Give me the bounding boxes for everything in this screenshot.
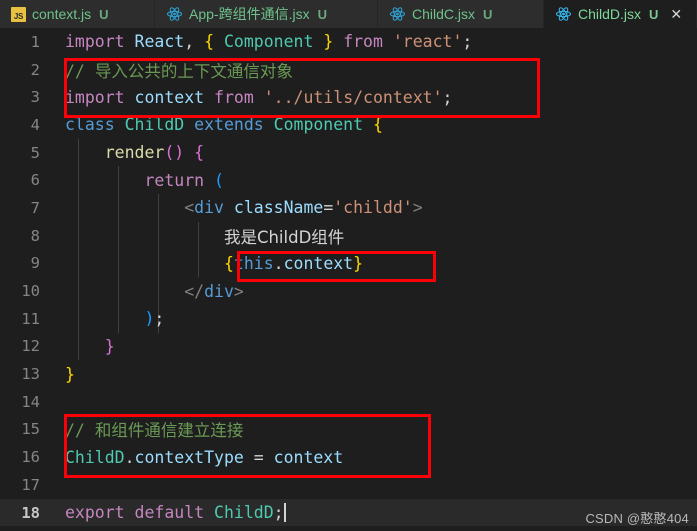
code-line: 4 class ChildD extends Component {: [0, 111, 697, 139]
code-line: 9 {this.context}: [0, 249, 697, 278]
line-content: </div>: [184, 281, 244, 301]
tab-app-cross-component[interactable]: App-跨组件通信.jsx U: [155, 0, 378, 28]
line-content: 我是ChildD组件: [223, 227, 345, 247]
csdn-watermark: CSDN @憨憨404: [585, 511, 689, 526]
line-content: render() {: [104, 143, 205, 163]
code-line: 10 </div>: [0, 277, 697, 305]
code-line: 15 // 和组件通信建立连接: [0, 416, 697, 444]
code-line: 12 }: [0, 332, 697, 361]
line-content: {this.context}: [223, 253, 364, 273]
code-line: 7 <div className='childd'>: [0, 194, 697, 222]
line-content: );: [144, 309, 165, 329]
tab-label: App-跨组件通信.jsx: [189, 6, 310, 22]
code-line: 5 render() {: [0, 138, 697, 167]
vscode-window: JS context.js U App-跨组件通信.jsx U ChildC.j…: [0, 0, 697, 531]
code-line: 3 import context from '../utils/context'…: [0, 83, 697, 111]
tab-unsaved-indicator: U: [99, 6, 109, 22]
close-icon[interactable]: ✕: [670, 7, 682, 21]
tab-label: ChildC.jsx: [412, 6, 476, 22]
code-editor[interactable]: 1 import React, { Component } from 'reac…: [0, 28, 697, 531]
line-number: 10: [21, 282, 40, 301]
react-file-icon: [166, 6, 183, 22]
line-content: class ChildD extends Component {: [65, 115, 383, 135]
line-content: }: [104, 336, 115, 356]
tab-childd-jsx[interactable]: ChildD.jsx U ✕: [544, 0, 697, 28]
code-line: 17: [0, 471, 697, 499]
line-content: import context from '../utils/context';: [65, 87, 453, 107]
line-number: 14: [21, 392, 40, 411]
react-file-icon: [389, 6, 406, 22]
js-file-icon: JS: [11, 6, 26, 22]
code-line: 2 // 导入公共的上下文通信对象: [0, 56, 697, 84]
line-content: export default ChildD;: [65, 503, 286, 523]
line-number: 1: [30, 32, 40, 51]
line-number: 6: [30, 171, 40, 190]
line-content: }: [65, 364, 75, 384]
code-line: 6 return (: [0, 166, 697, 195]
line-number: 3: [30, 88, 40, 107]
react-file-icon: [555, 6, 572, 22]
line-number: 8: [30, 226, 40, 245]
line-number: 9: [30, 254, 40, 273]
editor-tab-bar: JS context.js U App-跨组件通信.jsx U ChildC.j…: [0, 0, 697, 28]
code-line: 8 我是ChildD组件: [0, 221, 697, 250]
line-content: <div className='childd'>: [184, 198, 423, 218]
line-number: 16: [21, 448, 40, 467]
tab-label: ChildD.jsx: [578, 6, 642, 22]
line-number: 4: [30, 115, 40, 134]
line-content: // 导入公共的上下文通信对象: [65, 61, 293, 81]
line-number: 13: [21, 365, 40, 384]
line-content: // 和组件通信建立连接: [65, 421, 244, 441]
code-line: 1 import React, { Component } from 'reac…: [0, 28, 697, 56]
code-line: 14: [0, 388, 697, 416]
tab-label: context.js: [32, 6, 92, 22]
line-content: return (: [144, 170, 224, 190]
line-number: 15: [21, 420, 40, 439]
line-content: ChildD.contextType = context: [65, 447, 344, 467]
tab-unsaved-indicator: U: [317, 6, 327, 22]
code-line: 16 ChildD.contextType = context: [0, 443, 697, 471]
text-cursor: [283, 503, 286, 523]
code-line: 11 );: [0, 304, 697, 333]
line-number: 7: [30, 198, 40, 217]
line-number: 2: [30, 60, 40, 79]
code-line: 13 }: [0, 360, 697, 388]
line-number: 17: [21, 475, 40, 494]
line-number: 18: [21, 503, 40, 522]
tab-childc-jsx[interactable]: ChildC.jsx U: [378, 0, 544, 28]
line-number: 11: [21, 309, 40, 328]
tab-unsaved-indicator: U: [649, 6, 659, 22]
line-number: 12: [21, 337, 40, 356]
line-content: import React, { Component } from 'react'…: [65, 32, 473, 52]
tab-unsaved-indicator: U: [483, 6, 493, 22]
tab-context-js[interactable]: JS context.js U: [0, 0, 155, 28]
line-number: 5: [30, 143, 40, 162]
